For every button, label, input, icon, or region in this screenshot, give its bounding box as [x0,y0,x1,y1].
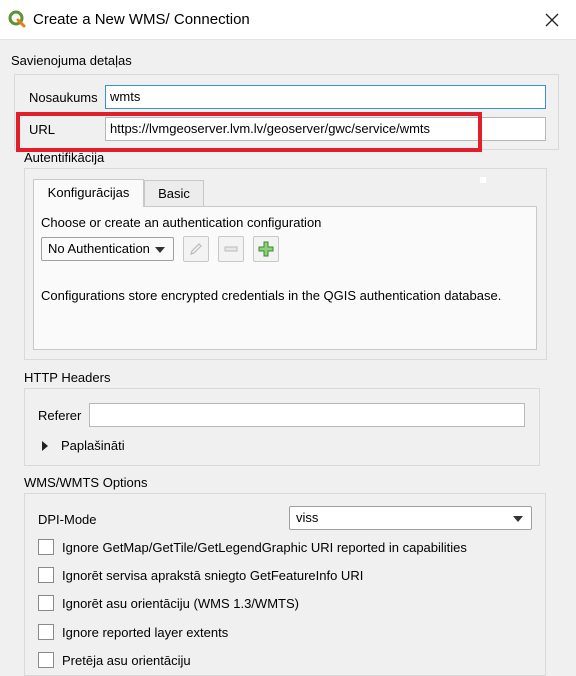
expand-arrow-icon[interactable] [41,441,49,451]
dpi-mode-select[interactable]: viss [289,506,532,530]
invert-axis-orientation-checkbox[interactable] [38,652,54,668]
decorative-dot [480,177,486,183]
plus-icon [258,241,274,257]
name-label: Nosaukums [29,90,98,105]
close-icon[interactable] [540,8,564,32]
dropdown-arrow-icon [513,516,523,522]
pencil-icon [190,243,202,255]
ignore-layer-extents-label: Ignore reported layer extents [62,625,229,640]
ignore-axis-orientation-checkbox[interactable] [38,595,54,611]
title-bar: Create a New WMS/ Connection [0,0,576,40]
edit-config-button[interactable] [183,236,209,262]
minus-icon [224,246,238,252]
advanced-toggle[interactable]: Paplašināti [61,438,125,453]
invert-axis-orientation-label: Pretēja asu orientāciju [62,653,191,668]
auth-config-select[interactable]: No Authentication [41,237,174,261]
url-highlight-box [16,112,482,152]
http-headers-group [24,388,540,466]
ignore-getfeatureinfo-uri-label: Ignorēt servisa aprakstā sniegto GetFeat… [62,568,364,583]
referer-label: Referer [38,408,82,423]
dropdown-arrow-icon [155,247,165,253]
ignore-getmap-uri-label: Ignore GetMap/GetTile/GetLegendGraphic U… [62,540,467,555]
dpi-mode-value: viss [296,510,319,525]
ignore-layer-extents-checkbox[interactable] [38,624,54,640]
ignore-axis-orientation-label: Ignorēt asu orientāciju (WMS 1.3/WMTS) [62,596,299,611]
auth-prompt: Choose or create an authentication confi… [41,215,322,230]
http-headers-label: HTTP Headers [24,370,111,385]
add-config-button[interactable] [253,236,279,262]
ignore-getmap-uri-checkbox[interactable] [38,539,54,555]
auth-config-value: No Authentication [48,241,150,256]
name-input[interactable]: wmts [105,85,546,109]
ignore-getfeatureinfo-uri-checkbox[interactable] [38,567,54,583]
tab-basic[interactable]: Basic [144,180,204,208]
wms-options-label: WMS/WMTS Options [24,475,148,490]
connection-details-label: Savienojuma detaļas [11,53,132,68]
tab-configurations[interactable]: Konfigurācijas [33,179,144,207]
window-title: Create a New WMS/ Connection [33,11,250,28]
referer-input[interactable] [89,403,525,427]
remove-config-button[interactable] [218,236,244,262]
authentication-label: Autentifikācija [24,150,105,165]
auth-info-text: Configurations store encrypted credentia… [41,288,502,303]
dpi-mode-label: DPI-Mode [38,512,97,527]
qgis-logo-icon [8,10,26,28]
